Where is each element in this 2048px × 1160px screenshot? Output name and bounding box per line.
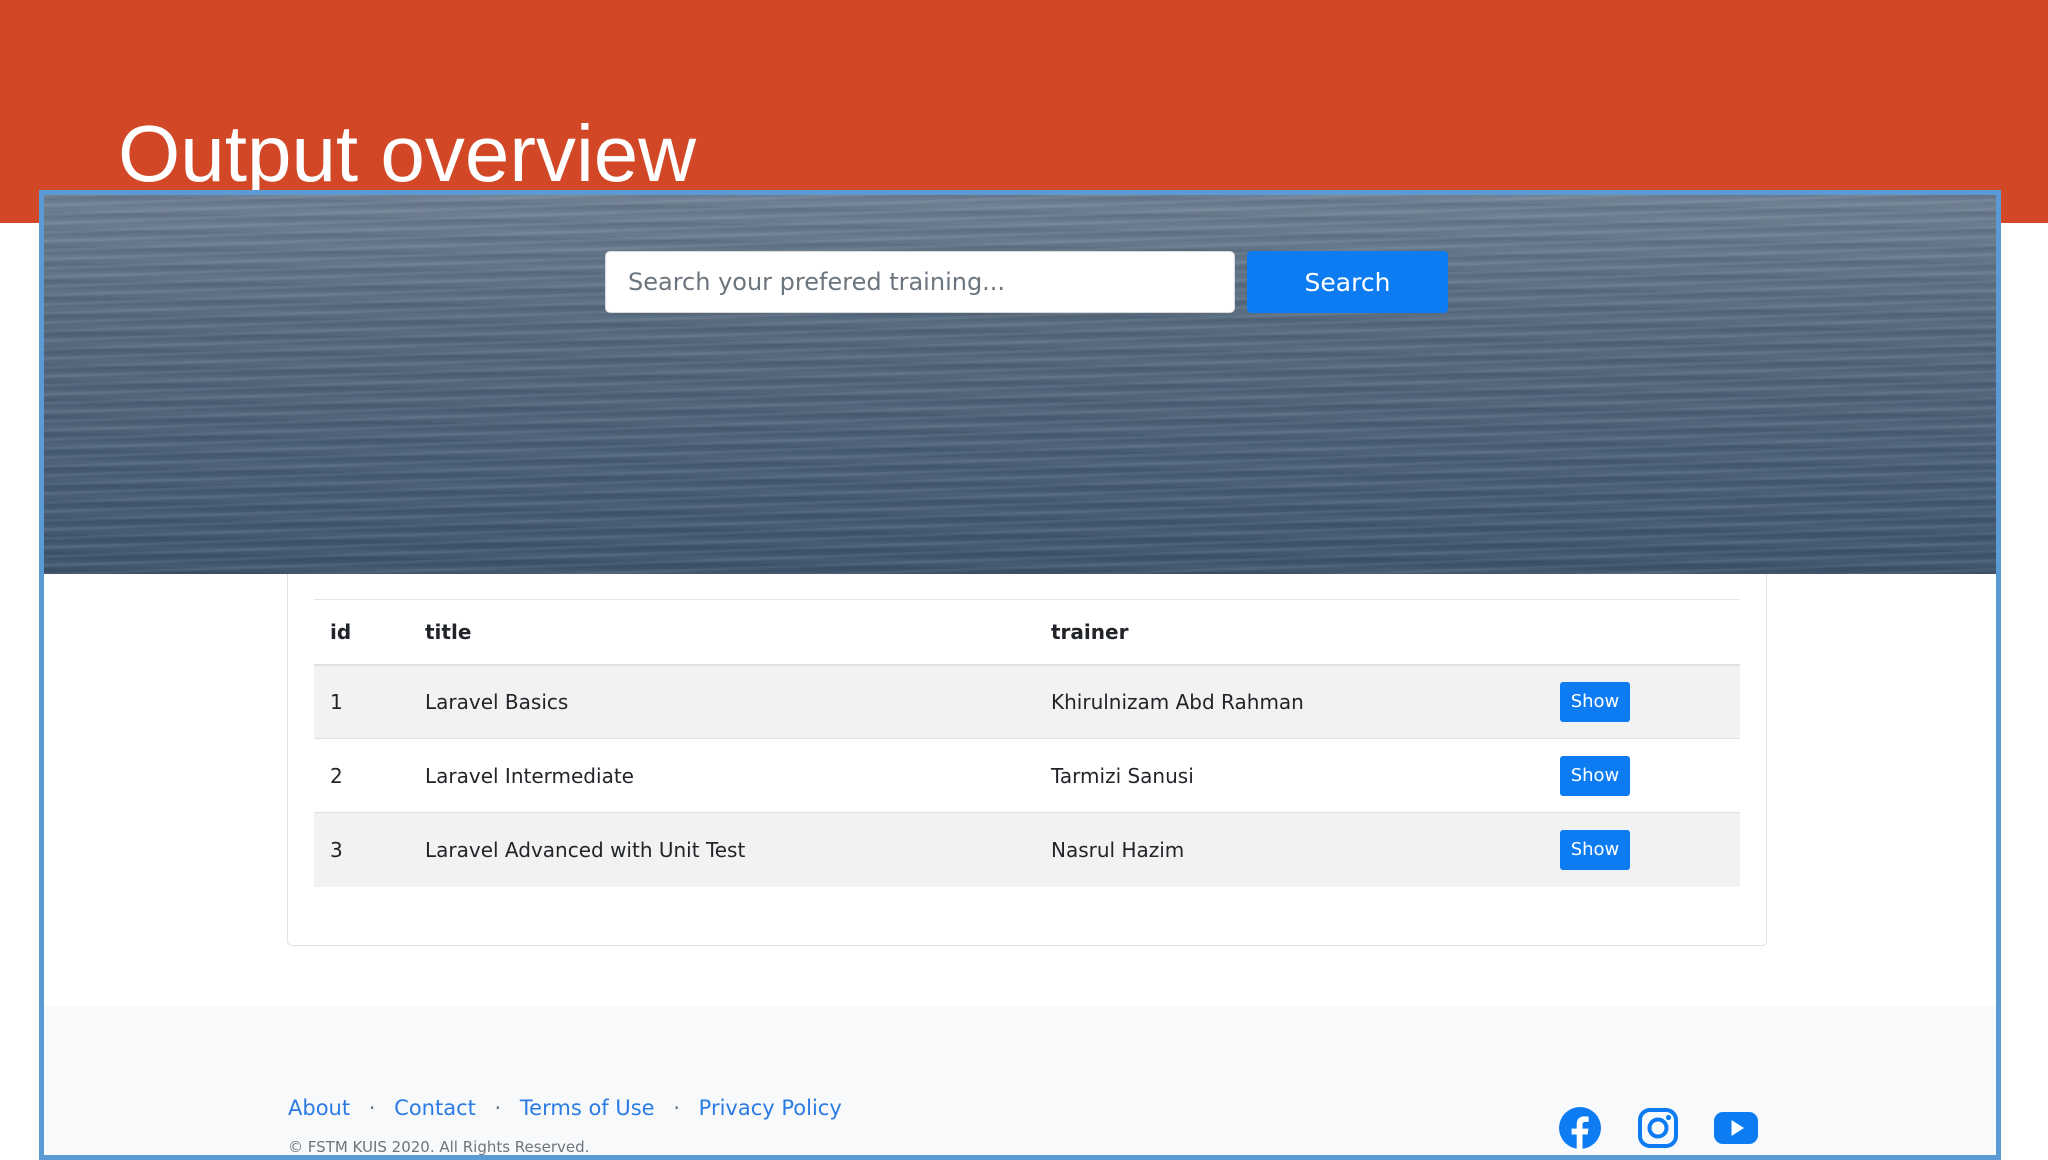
page-footer: About · Contact · Terms of Use · Privacy… xyxy=(44,1006,1996,1156)
show-button[interactable]: Show xyxy=(1560,755,1630,796)
row-title: Laravel Intermediate xyxy=(409,738,1035,813)
table-row: 1 Laravel Basics Khirulnizam Abd Rahman … xyxy=(314,664,1740,739)
footer-link-about[interactable]: About xyxy=(288,1096,350,1120)
footer-link-terms[interactable]: Terms of Use xyxy=(520,1096,655,1120)
hero-search-banner: Search xyxy=(44,195,1996,574)
search-input[interactable] xyxy=(605,251,1235,313)
row-title: Laravel Basics xyxy=(409,664,1035,739)
column-header-title: title xyxy=(409,599,1035,666)
row-title: Laravel Advanced with Unit Test xyxy=(409,812,1035,887)
table-row: 3 Laravel Advanced with Unit Test Nasrul… xyxy=(314,812,1740,887)
trainings-table: id title trainer 1 Laravel Basics Khirul… xyxy=(314,599,1740,887)
slide-title: Output overview xyxy=(118,109,697,198)
row-action-cell: Show xyxy=(1544,664,1740,739)
youtube-icon[interactable] xyxy=(1714,1106,1758,1150)
instagram-icon[interactable] xyxy=(1636,1106,1680,1150)
column-header-id: id xyxy=(314,599,409,666)
show-button[interactable]: Show xyxy=(1560,829,1630,870)
copyright-text: © FSTM KUIS 2020. All Rights Reserved. xyxy=(288,1138,590,1156)
row-trainer: Nasrul Hazim xyxy=(1035,812,1544,887)
column-header-trainer: trainer xyxy=(1035,599,1544,666)
row-id: 1 xyxy=(314,664,409,739)
column-header-action xyxy=(1544,599,1740,666)
row-action-cell: Show xyxy=(1544,812,1740,887)
row-trainer: Tarmizi Sanusi xyxy=(1035,738,1544,813)
table-row: 2 Laravel Intermediate Tarmizi Sanusi Sh… xyxy=(314,738,1740,813)
row-trainer: Khirulnizam Abd Rahman xyxy=(1035,664,1544,739)
footer-separator: · xyxy=(673,1096,680,1120)
app-screenshot-frame: Search id title trainer 1 Laravel Basics… xyxy=(39,190,2001,1160)
results-card: id title trainer 1 Laravel Basics Khirul… xyxy=(287,574,1767,946)
search-button[interactable]: Search xyxy=(1247,251,1448,313)
footer-separator: · xyxy=(368,1096,376,1120)
table-header-row: id title trainer xyxy=(314,599,1740,666)
footer-separator: · xyxy=(494,1096,502,1120)
row-action-cell: Show xyxy=(1544,738,1740,813)
row-id: 3 xyxy=(314,812,409,887)
footer-link-privacy[interactable]: Privacy Policy xyxy=(699,1096,842,1120)
facebook-icon[interactable] xyxy=(1558,1106,1602,1150)
row-id: 2 xyxy=(314,738,409,813)
footer-link-contact[interactable]: Contact xyxy=(394,1096,476,1120)
show-button[interactable]: Show xyxy=(1560,681,1630,722)
footer-links: About · Contact · Terms of Use · Privacy… xyxy=(288,1096,842,1120)
